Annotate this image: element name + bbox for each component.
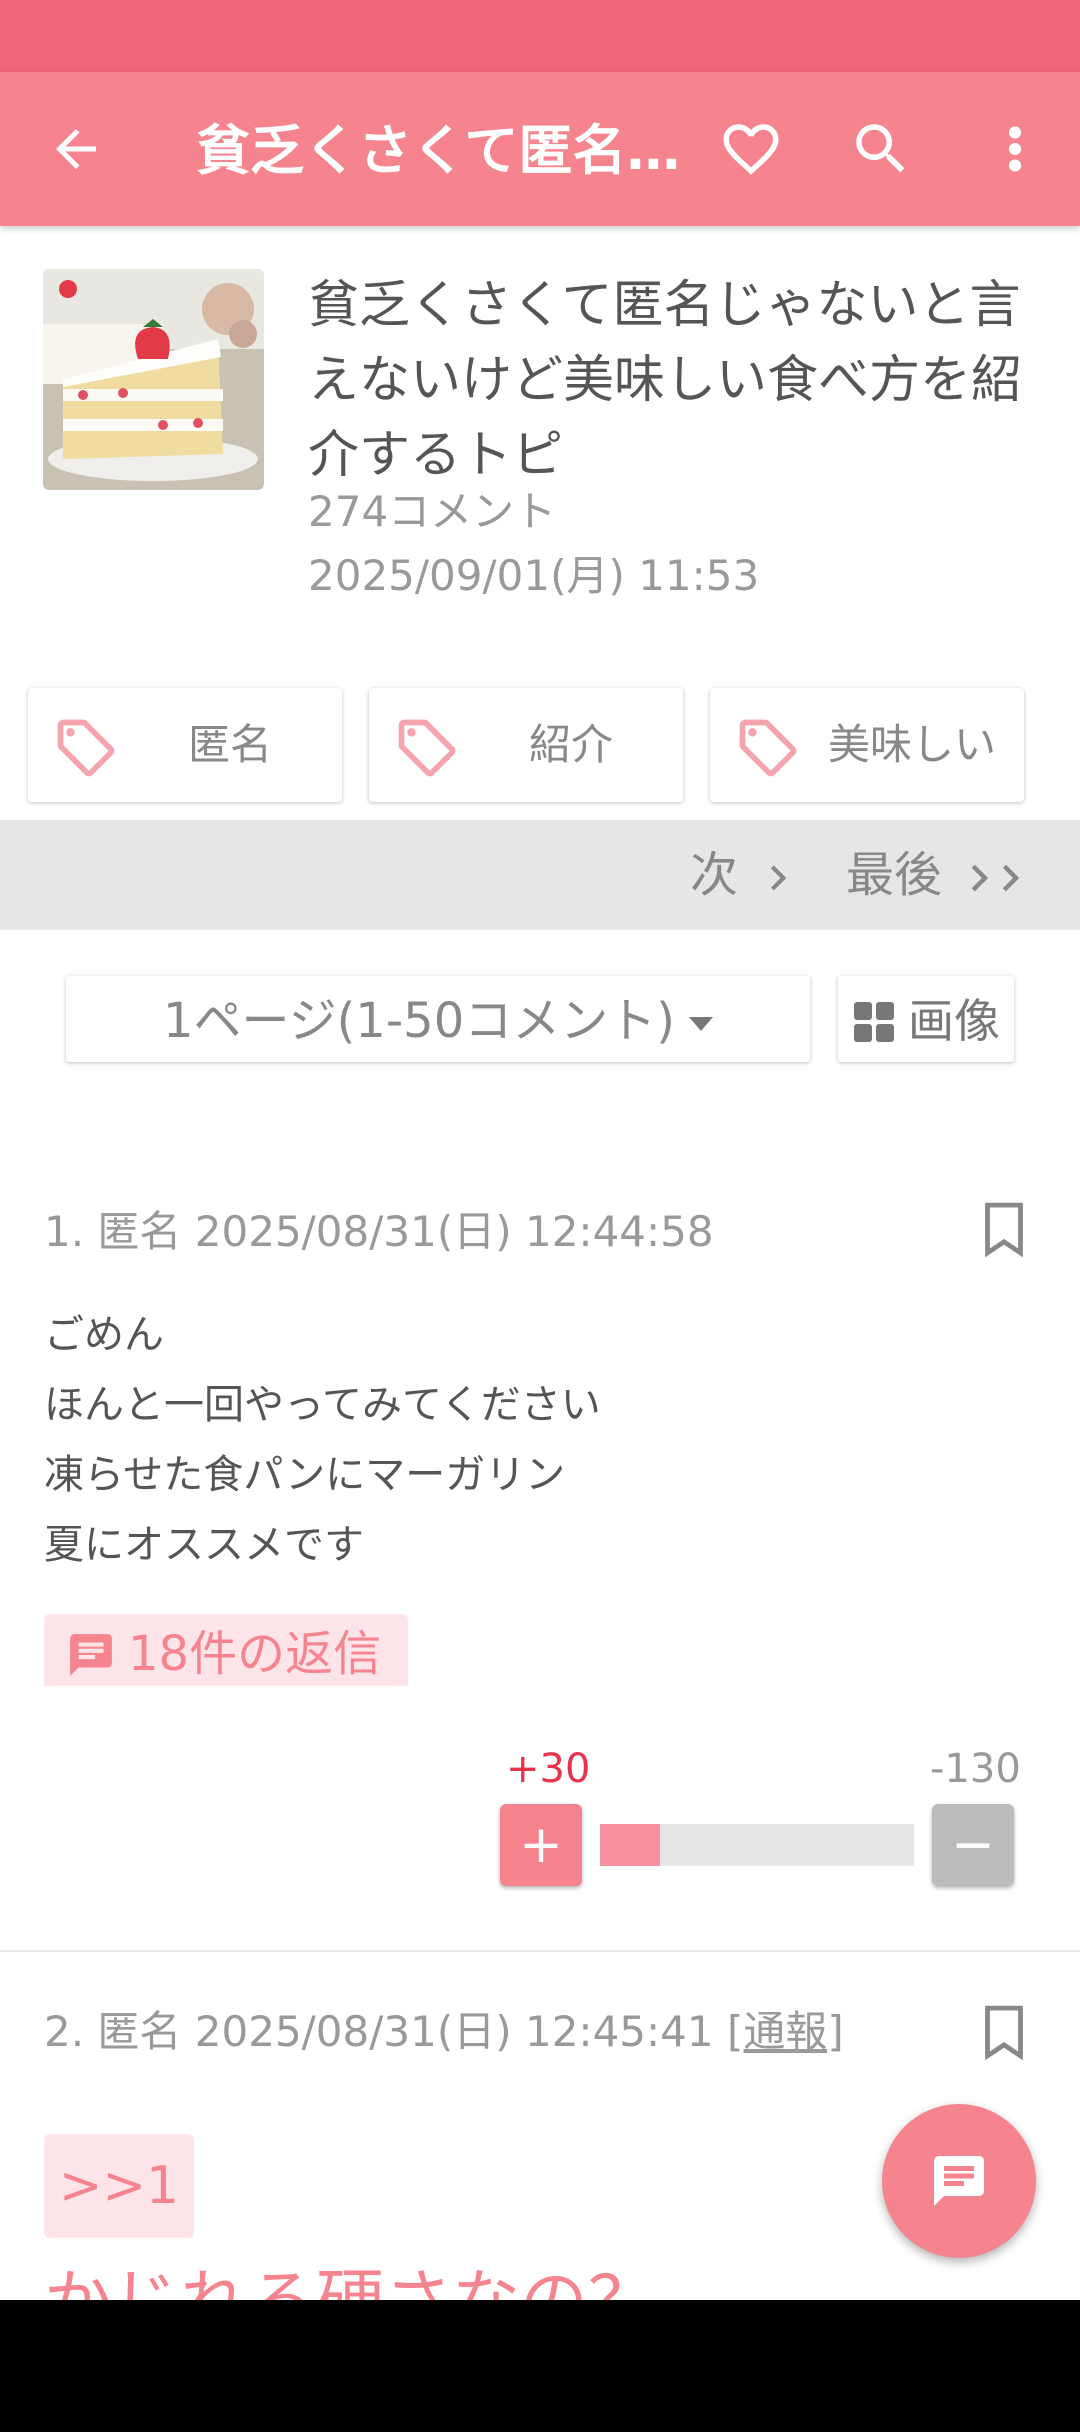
tag-label: 美味しい bbox=[827, 720, 996, 769]
topic-thumbnail[interactable] bbox=[43, 269, 264, 490]
pager-bar: 次 最後 bbox=[0, 820, 1080, 930]
quote-anchor-link[interactable]: >>1 bbox=[44, 2134, 194, 2238]
vote-ratio-bar bbox=[600, 1824, 914, 1866]
comment-icon bbox=[70, 1634, 112, 1676]
tag-chip[interactable]: 匿名 bbox=[28, 688, 342, 802]
strawberry-shortcake-image bbox=[43, 269, 264, 490]
plus-vote-count: +30 bbox=[506, 1746, 591, 1792]
comment-line: ほんと一回やってみてください bbox=[44, 1382, 601, 1428]
topic-title: 貧乏くさくて匿名じゃないと言えないけど美味しい食べ方を紹介するトピ bbox=[308, 276, 1023, 485]
replies-button[interactable]: 18件の返信 bbox=[44, 1614, 408, 1686]
minus-vote-button[interactable]: − bbox=[932, 1804, 1014, 1886]
next-page-button[interactable]: 次 bbox=[690, 820, 803, 930]
chat-icon bbox=[934, 2156, 984, 2206]
system-nav-bar bbox=[0, 2300, 1080, 2432]
heart-outline-icon[interactable] bbox=[718, 116, 784, 182]
tag-chip[interactable]: 紹介 bbox=[369, 688, 683, 802]
last-page-button[interactable]: 最後 bbox=[846, 820, 1037, 930]
replies-label: 18件の返信 bbox=[128, 1626, 382, 1682]
comment-count: 274コメント bbox=[308, 487, 557, 536]
tag-icon bbox=[57, 719, 115, 777]
bookmark-icon[interactable] bbox=[982, 2004, 1026, 2060]
comment-divider bbox=[0, 1950, 1080, 1952]
next-label: 次 bbox=[690, 847, 739, 903]
minus-vote-count: -130 bbox=[930, 1746, 1021, 1792]
tag-label: 紹介 bbox=[528, 720, 613, 769]
comment-meta: 1. 匿名 2025/08/31(日) 12:44:58 bbox=[44, 1207, 714, 1256]
image-button-label: 画像 bbox=[908, 994, 1000, 1048]
tag-label: 匿名 bbox=[187, 720, 272, 769]
vote-ratio-fill bbox=[600, 1824, 660, 1866]
comment-body: ごめん ほんと一回やってみてください 凍らせた食パンにマーガリン 夏にオススメで… bbox=[44, 1300, 601, 1580]
dropdown-caret-icon bbox=[688, 1017, 713, 1031]
write-comment-fab[interactable] bbox=[882, 2104, 1036, 2258]
comment-line: 凍らせた食パンにマーガリン bbox=[44, 1452, 566, 1498]
chevron-right-icon bbox=[771, 865, 787, 891]
grid-icon bbox=[854, 1002, 894, 1042]
bookmark-icon[interactable] bbox=[982, 1201, 1026, 1257]
comment-line: ごめん bbox=[44, 1312, 164, 1358]
status-bar bbox=[0, 0, 1080, 72]
topic-date: 2025/09/01(月) 11:53 bbox=[308, 551, 760, 600]
image-view-button[interactable]: 画像 bbox=[838, 976, 1014, 1062]
tag-icon bbox=[398, 719, 456, 777]
arrow-left-icon[interactable] bbox=[46, 119, 106, 179]
tag-icon bbox=[739, 719, 797, 777]
more-vert-icon[interactable] bbox=[990, 116, 1040, 182]
report-link[interactable]: [通報] bbox=[727, 2007, 844, 2056]
comment-meta: 2. 匿名 2025/08/31(日) 12:45:41 bbox=[44, 2007, 714, 2056]
search-icon[interactable] bbox=[848, 116, 914, 182]
page-select-dropdown[interactable]: 1ページ(1-50コメント) bbox=[66, 976, 810, 1062]
app-bar: 貧乏くさくて匿名… bbox=[0, 72, 1080, 226]
plus-vote-button[interactable]: + bbox=[500, 1804, 582, 1886]
double-chevron-right-icon bbox=[971, 864, 1020, 892]
comment-line: 夏にオススメです bbox=[44, 1522, 364, 1568]
last-label: 最後 bbox=[846, 847, 943, 903]
page-select-value: 1ページ(1-50コメント) bbox=[163, 993, 675, 1049]
tag-chip[interactable]: 美味しい bbox=[710, 688, 1024, 802]
toolbar-title: 貧乏くさくて匿名… bbox=[196, 119, 681, 182]
comment-meta-row: 2. 匿名 2025/08/31(日) 12:45:41 [通報] bbox=[44, 1998, 844, 2059]
